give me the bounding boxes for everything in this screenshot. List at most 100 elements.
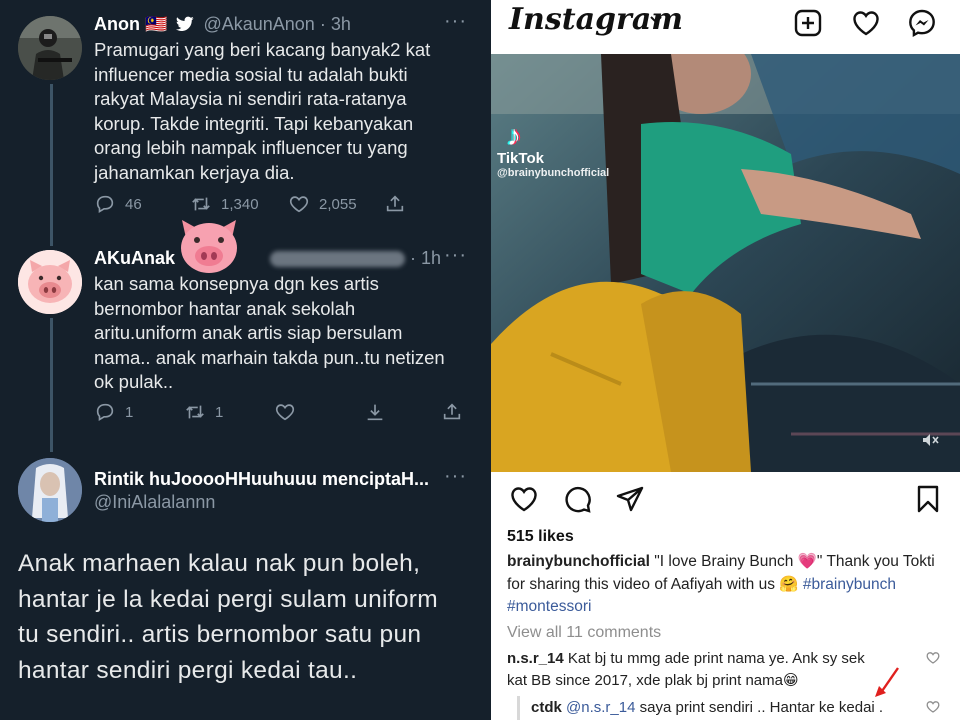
like-count[interactable]: 515 likes xyxy=(507,528,574,546)
share-button[interactable] xyxy=(441,401,463,423)
redacted-blur xyxy=(270,251,406,268)
tweet-handle-row: @IniAlalalannn xyxy=(94,492,215,513)
tiktok-user: @brainybunchofficial xyxy=(497,167,610,179)
more-options-icon[interactable]: ··· xyxy=(444,244,467,267)
reply-button[interactable]: 46 xyxy=(94,193,142,215)
retweet-count: 1 xyxy=(215,403,224,421)
tweet-line: kan sama konsepnya dgn kes artis xyxy=(94,273,379,294)
tweet-text: kan sama konsepnya dgn kes artis bernomb… xyxy=(94,272,454,395)
soldier-avatar-image xyxy=(18,16,82,80)
pig-avatar-image xyxy=(18,250,82,314)
download-button[interactable] xyxy=(364,401,386,423)
mention-link[interactable]: @n.s.r_14 xyxy=(566,699,635,716)
new-post-icon[interactable] xyxy=(793,8,823,38)
tweet-line: hantar je la kedai pergi sulam uniform xyxy=(18,585,438,613)
retweet-count: 1,340 xyxy=(221,195,259,213)
tweet-line: influencer media sosial tu adalah bukti xyxy=(94,63,408,85)
tweet-line: korup. Takde integriti. Tapi kebanyakan xyxy=(94,112,414,134)
reply-indent-bar xyxy=(517,696,520,720)
caption-text: for sharing this video of Aafiyah with u… xyxy=(507,575,803,593)
pig-face-icon xyxy=(181,220,237,273)
reply-comment: ctdk @n.s.r_14 saya print sendiri .. Han… xyxy=(531,697,951,719)
flag-icon: 🇲🇾 xyxy=(145,14,168,34)
elsa-avatar-image xyxy=(18,458,82,522)
heart-icon[interactable] xyxy=(851,8,881,38)
download-icon xyxy=(367,404,383,421)
user-handle[interactable]: @AkaunAnon xyxy=(203,14,314,34)
red-arrow-annotation xyxy=(875,667,899,697)
tweet-line: Anak marhaen kalau nak pun boleh, xyxy=(18,550,421,577)
tiktok-icon: ♪ xyxy=(507,120,521,151)
tiktok-watermark: ♪ TikTok @brainybunchofficial xyxy=(497,120,610,180)
thread-line xyxy=(50,84,53,246)
tweet-line: aritu.uniform anak artis siap bersulam xyxy=(94,322,403,343)
post-video[interactable]: ♪ TikTok @brainybunchofficial xyxy=(491,54,960,472)
avatar[interactable] xyxy=(18,458,82,522)
comment-like-icon[interactable] xyxy=(926,651,940,665)
tweet-line: tu sendiri.. artis bernombor satu pun xyxy=(18,621,422,648)
comment-text: saya print sendiri .. Hantar ke kedai . xyxy=(639,699,884,716)
comment-text: Kat bj tu mmg ade print nama ye. Ank sy … xyxy=(567,650,865,667)
hashtag-link[interactable]: #brainybunch xyxy=(803,576,896,593)
share-icon xyxy=(443,403,461,420)
tweet-text: Pramugari yang beri kacang banyak2 kat i… xyxy=(94,38,454,185)
tweet-actions: 46 1,340 2,055 xyxy=(94,193,474,219)
tweet-header: AKuAnak · 1h xyxy=(94,248,474,269)
caption-username[interactable]: brainybunchofficial xyxy=(507,553,650,570)
tiktok-label: TikTok xyxy=(497,150,544,167)
tweet-line: rakyat Malaysia ni sendiri rata-ratanya xyxy=(94,88,407,109)
tweet-time[interactable]: · 1h xyxy=(410,248,441,268)
avatar[interactable] xyxy=(18,16,82,80)
bird-icon xyxy=(176,16,195,31)
reply-icon xyxy=(96,403,114,421)
more-options-icon[interactable]: ··· xyxy=(444,10,467,33)
comment-icon[interactable] xyxy=(563,484,593,514)
heart-icon xyxy=(289,196,309,213)
chevron-down-icon[interactable] xyxy=(649,12,663,26)
avatar[interactable] xyxy=(18,250,82,314)
share-button[interactable] xyxy=(384,193,406,215)
retweet-button[interactable]: 1,340 xyxy=(190,193,259,215)
post-caption: brainybunchofficial "I love Brainy Bunch… xyxy=(507,551,952,619)
bookmark-icon[interactable] xyxy=(913,484,943,514)
tweet-text: Anak marhaen kalau nak pun boleh, hantar… xyxy=(18,546,478,688)
view-all-comments-link[interactable]: View all 11 comments xyxy=(507,624,661,642)
user-handle[interactable]: @IniAlalalannn xyxy=(94,492,215,512)
tweet-line: ok pulak.. xyxy=(94,371,174,392)
user-name[interactable]: Anon xyxy=(94,14,140,34)
reply-count: 46 xyxy=(125,195,142,213)
tweet-line: nama.. anak marhain takda pun..tu netize… xyxy=(94,346,445,368)
share-icon xyxy=(386,195,404,212)
retweet-icon xyxy=(192,197,210,211)
tweet-header: Rintik huJooooHHuuhuuu menciptaH... xyxy=(94,469,429,490)
retweet-icon xyxy=(186,405,204,419)
hashtag-link[interactable]: #montessori xyxy=(507,598,591,615)
tweet-line: hantar sendiri pergi kedai tau.. xyxy=(18,656,358,684)
reply-icon xyxy=(96,195,114,213)
tweet-time[interactable]: · 3h xyxy=(320,14,351,34)
user-name[interactable]: AKuAnak xyxy=(94,248,175,268)
retweet-button[interactable]: 1 xyxy=(184,401,223,423)
twitter-thread-panel: Anon 🇲🇾 @AkaunAnon · 3h ··· Pramugari ya… xyxy=(0,0,491,720)
messenger-icon[interactable] xyxy=(907,8,937,38)
tweet-line: bernombor hantar anak sekolah xyxy=(94,297,356,319)
user-name[interactable]: Rintik huJooooHHuuhuuu menciptaH... xyxy=(94,469,429,489)
instagram-post-panel: Instagram ♪ TikTok @brainybunchofficial … xyxy=(491,0,960,720)
caption-text: "I love Brainy Bunch 💗" Thank you Tokti xyxy=(654,553,935,570)
video-frame-image xyxy=(491,54,960,472)
tweet-line: Pramugari yang beri kacang banyak2 kat xyxy=(94,39,431,60)
reply-button[interactable]: 1 xyxy=(94,401,133,423)
like-button[interactable] xyxy=(274,401,296,423)
comment-like-icon[interactable] xyxy=(926,700,940,714)
comment-username[interactable]: n.s.r_14 xyxy=(507,650,564,667)
reply-count: 1 xyxy=(125,403,134,421)
share-icon[interactable] xyxy=(615,484,645,514)
tweet-header: Anon 🇲🇾 @AkaunAnon · 3h xyxy=(94,14,351,35)
comment-username[interactable]: ctdk xyxy=(531,699,562,716)
like-button[interactable]: 2,055 xyxy=(288,193,357,215)
mute-icon[interactable] xyxy=(920,430,940,450)
more-options-icon[interactable]: ··· xyxy=(444,465,467,488)
like-heart-icon[interactable] xyxy=(509,484,539,514)
comment: n.s.r_14 Kat bj tu mmg ade print nama ye… xyxy=(507,648,927,692)
like-count: 2,055 xyxy=(319,195,357,213)
